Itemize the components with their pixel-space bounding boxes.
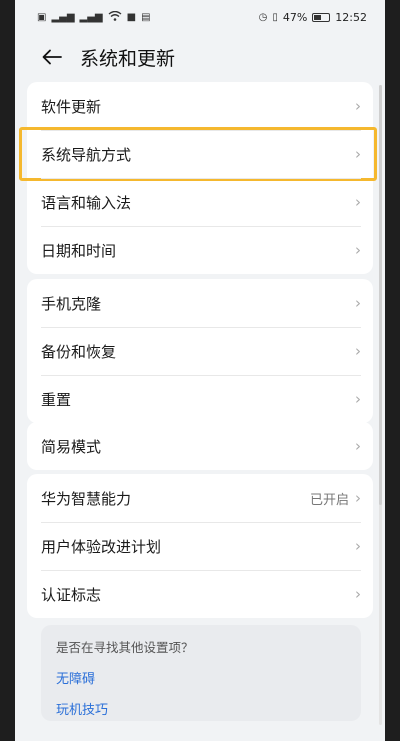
chevron-right-icon: › — [355, 145, 361, 163]
battery-icon — [312, 12, 331, 22]
row-label: 重置 — [41, 390, 72, 409]
chevron-right-icon: › — [355, 342, 361, 360]
status-right: ◷ ▯ 47% 12:52 — [259, 11, 367, 24]
backup-restore-item[interactable]: 备份和恢复 › — [27, 327, 373, 375]
settings-screen: ▣ ▂▄▆ ▂▄▆ ■ ▤ ◷ ▯ 47% 12:52 系统和更新 软件更新 ›… — [15, 0, 385, 741]
scroll-thumb[interactable] — [379, 85, 382, 505]
suggestion-card: 是否在寻找其他设置项？ 无障碍 玩机技巧 — [41, 625, 361, 721]
huawei-ai-item[interactable]: 华为智慧能力 已开启 › — [27, 474, 373, 522]
page-header: 系统和更新 — [15, 34, 385, 80]
settings-group-backup: 手机克隆 › 备份和恢复 › 重置 › — [27, 279, 373, 423]
row-label: 认证标志 — [41, 585, 102, 604]
chevron-right-icon: › — [355, 585, 361, 603]
arrow-left-icon — [42, 49, 62, 65]
row-label: 备份和恢复 — [41, 342, 117, 361]
wifi-icon — [108, 10, 122, 24]
suggestion-question: 是否在寻找其他设置项？ — [56, 640, 194, 655]
chevron-right-icon: › — [355, 294, 361, 312]
user-experience-item[interactable]: 用户体验改进计划 › — [27, 522, 373, 570]
date-time-item[interactable]: 日期和时间 › — [27, 226, 373, 274]
scrollbar[interactable] — [379, 85, 382, 725]
row-label: 简易模式 — [41, 437, 102, 456]
system-navigation-item[interactable]: 系统导航方式 › — [19, 127, 377, 181]
chevron-right-icon: › — [355, 241, 361, 259]
alarm-icon: ◷ — [258, 11, 268, 23]
status-value: 已开启 — [309, 492, 349, 508]
page-title: 系统和更新 — [80, 47, 176, 70]
back-button[interactable] — [28, 34, 76, 80]
gallery-icon: ▤ — [141, 11, 151, 23]
row-label: 语言和输入法 — [41, 193, 132, 212]
settings-group-update: 软件更新 › 系统导航方式 › 语言和输入法 › 日期和时间 › — [19, 82, 377, 274]
row-right: 已开启 › — [310, 489, 361, 508]
signal-icon: ▂▄▆ — [79, 11, 103, 23]
phone-clone-item[interactable]: 手机克隆 › — [27, 279, 373, 327]
row-label: 手机克隆 — [41, 294, 102, 313]
chevron-right-icon: › — [355, 193, 361, 211]
tips-link[interactable]: 玩机技巧 — [56, 699, 346, 718]
sim-icon: ▣ — [37, 11, 47, 23]
settings-group-more: 华为智慧能力 已开启 › 用户体验改进计划 › 认证标志 › — [27, 474, 373, 618]
settings-group-simple: 简易模式 › — [27, 422, 373, 470]
battery-percent: 47% — [282, 10, 308, 24]
row-label: 日期和时间 — [41, 241, 117, 260]
reset-item[interactable]: 重置 › — [27, 375, 373, 423]
chevron-right-icon: › — [355, 390, 361, 408]
chevron-right-icon: › — [355, 537, 361, 555]
vibrate-icon: ▯ — [272, 11, 278, 23]
status-bar: ▣ ▂▄▆ ▂▄▆ ■ ▤ ◷ ▯ 47% 12:52 — [15, 0, 385, 34]
chevron-right-icon: › — [355, 437, 361, 455]
row-label: 用户体验改进计划 — [41, 537, 162, 556]
chevron-right-icon: › — [355, 97, 361, 115]
accessibility-link[interactable]: 无障碍 — [56, 668, 346, 687]
status-left: ▣ ▂▄▆ ▂▄▆ ■ ▤ — [37, 10, 151, 24]
chevron-right-icon: › — [355, 489, 361, 507]
row-label: 软件更新 — [41, 97, 102, 116]
row-label: 华为智慧能力 — [41, 489, 132, 508]
row-label: 系统导航方式 — [41, 145, 132, 164]
signal-icon: ▂▄▆ — [51, 11, 75, 23]
certification-item[interactable]: 认证标志 › — [27, 570, 373, 618]
clock: 12:52 — [335, 10, 367, 24]
language-input-item[interactable]: 语言和输入法 › — [27, 178, 373, 226]
simple-mode-item[interactable]: 简易模式 › — [27, 422, 373, 470]
software-update-item[interactable]: 软件更新 › — [27, 82, 373, 130]
camera-icon: ■ — [126, 11, 137, 23]
